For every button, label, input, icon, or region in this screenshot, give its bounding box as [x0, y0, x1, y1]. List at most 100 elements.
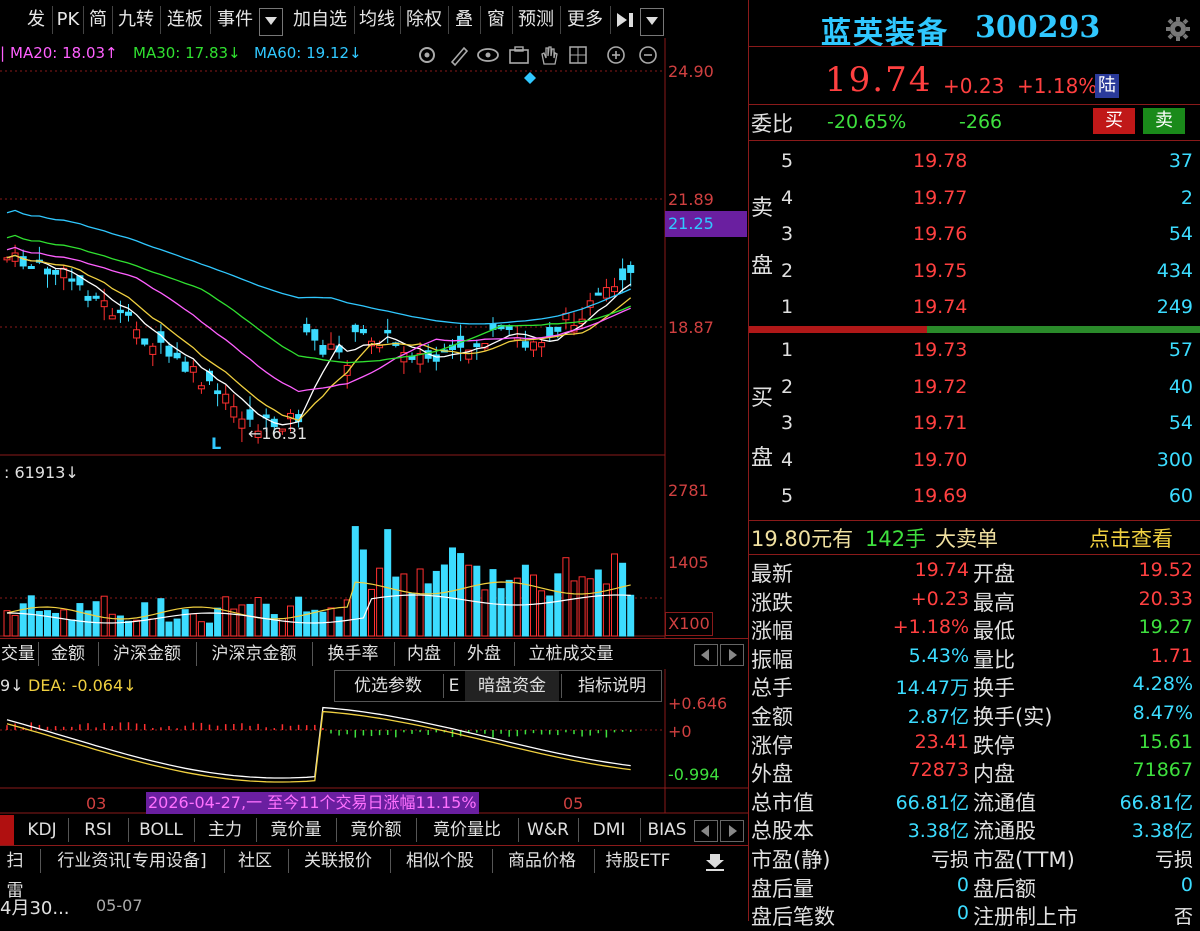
volume-bar — [68, 619, 76, 637]
scroll-right-icon[interactable] — [720, 820, 744, 842]
news-item[interactable]: 4月30... — [0, 894, 70, 920]
toolbar-item-window[interactable]: 窗 — [482, 6, 510, 34]
volume-bar — [376, 567, 384, 637]
tab-dmi[interactable]: DMI — [580, 815, 638, 845]
tab-rsi[interactable]: RSI — [70, 815, 126, 845]
tab-hsj-amount[interactable]: 沪深京金额 — [198, 639, 310, 669]
toolbar-sep — [512, 6, 513, 34]
toolbar-item-more[interactable]: 更多 — [562, 6, 608, 34]
toolbar-item-add-watchlist[interactable]: 加自选 — [288, 6, 352, 34]
tab-bid-ratio[interactable]: 竟价量比 — [418, 815, 516, 845]
quote-value: 0 — [1180, 873, 1193, 896]
tab-volume[interactable]: 交量 — [0, 639, 36, 669]
bid-volume: 40 — [1168, 375, 1193, 398]
gear-icon[interactable] — [1165, 16, 1191, 46]
tab-amount[interactable]: 金额 — [40, 639, 96, 669]
candle-body — [311, 329, 319, 341]
sell-button[interactable]: 卖 — [1143, 108, 1185, 134]
tab-commodity-prices[interactable]: 商品价格 — [494, 846, 590, 876]
tab-sep — [443, 674, 444, 698]
quote-value: +0.23 — [910, 587, 969, 610]
macd-extra-button[interactable]: E — [445, 671, 463, 701]
scroll-left-icon[interactable] — [694, 644, 718, 666]
bid-row[interactable]: 4 19.70 300 — [749, 443, 1200, 479]
toolbar-item-forecast[interactable]: 预测 — [514, 6, 558, 34]
tab-community[interactable]: 社区 — [226, 846, 284, 876]
sidebar-toggle-icon[interactable] — [612, 6, 640, 34]
tab-bid-amount[interactable]: 竟价额 — [338, 815, 414, 845]
view-details-link[interactable]: 点击查看 — [1089, 523, 1173, 553]
bid-row[interactable]: 1 19.73 57 — [749, 333, 1200, 369]
toolbar-item-events[interactable]: 事件 — [212, 6, 258, 34]
tab-sep — [561, 674, 562, 698]
volume-bar — [562, 557, 570, 637]
toolbar-item-pk[interactable]: PK — [54, 6, 82, 34]
toolbar-menu-icon[interactable] — [640, 8, 664, 36]
scroll-left-icon[interactable] — [694, 820, 718, 842]
toolbar-item-overlay[interactable]: 叠 — [450, 6, 478, 34]
quote-label: 注册制上市 — [973, 905, 1078, 930]
macd-axis-label: +0.646 — [668, 694, 728, 713]
tab-industry-news[interactable]: 行业资讯[专用设备] — [44, 846, 220, 876]
scroll-right-icon[interactable] — [720, 644, 744, 666]
optimize-params-button[interactable]: 优选参数 — [335, 671, 441, 701]
download-icon[interactable] — [704, 852, 726, 876]
toolbar-item-simple[interactable]: 简 — [85, 6, 111, 34]
tab-inner[interactable]: 内盘 — [396, 639, 452, 669]
tab-turnover[interactable]: 换手率 — [314, 639, 392, 669]
tab-wr[interactable]: W&R — [520, 815, 576, 845]
ask-row[interactable]: 3 19.76 54 — [749, 217, 1200, 253]
ask-row[interactable]: 2 19.75 434 — [749, 254, 1200, 290]
toolbar-sep — [83, 6, 84, 34]
tab-etf-holdings[interactable]: 持股ETF — [596, 846, 680, 876]
toolbar-item-jiuzhuan[interactable]: 九转 — [114, 6, 158, 34]
event-marker-icon[interactable] — [524, 72, 536, 84]
bid-row[interactable]: 3 19.71 54 — [749, 406, 1200, 442]
dropdown-toggle-icon[interactable] — [259, 8, 283, 36]
tab-outer[interactable]: 外盘 — [456, 639, 512, 669]
candle-body — [473, 343, 481, 348]
ask-row[interactable]: 4 19.77 2 — [749, 181, 1200, 217]
kline-chart[interactable] — [0, 38, 748, 921]
toolbar-item-exright[interactable]: 除权 — [402, 6, 446, 34]
candle-body — [173, 352, 181, 359]
tab-hs-amount[interactable]: 沪深金额 — [100, 639, 194, 669]
candle-body — [619, 268, 627, 281]
bid-row[interactable]: 5 19.69 60 — [749, 479, 1200, 515]
volume-tabs: 交量 金额 沪深金额 沪深京金额 换手率 内盘 外盘 立桩成交量 — [0, 638, 748, 669]
tab-main-force[interactable]: 主力 — [196, 815, 254, 845]
volume-bar — [181, 609, 189, 637]
tab-related-quotes[interactable]: 关联报价 — [290, 846, 386, 876]
toolbar-item-lianban[interactable]: 连板 — [162, 6, 208, 34]
indicator-help-button[interactable]: 指标说明 — [563, 671, 661, 701]
dark-pool-button[interactable]: 暗盘资金 — [465, 671, 559, 701]
candle-body — [44, 268, 51, 275]
tab-pile-volume[interactable]: 立桩成交量 — [516, 639, 626, 669]
price-axis-label: 21.89 — [668, 190, 714, 209]
quote-value: 66.81亿 — [895, 791, 969, 814]
ask-row[interactable]: 5 19.78 37 — [749, 144, 1200, 180]
tab-minesweeper[interactable]: 扫雷 — [0, 846, 30, 901]
tab-similar-stocks[interactable]: 相似个股 — [392, 846, 488, 876]
quote-row: 盘后笔数 0 注册制上市否 — [749, 900, 1200, 930]
tab-boll[interactable]: BOLL — [130, 815, 192, 845]
tab-sep — [390, 849, 391, 873]
buy-button[interactable]: 买 — [1093, 108, 1135, 134]
volume-bar — [513, 577, 521, 637]
toolbar-item-fa[interactable]: 发 — [22, 6, 50, 34]
quote-label: 盘后额 — [973, 876, 1036, 901]
tab-bid-volume[interactable]: 竟价量 — [258, 815, 334, 845]
ask-level: 2 — [781, 259, 794, 282]
bid-row[interactable]: 2 19.72 40 — [749, 370, 1200, 406]
kline-group — [3, 209, 635, 444]
candle-body — [627, 264, 635, 273]
tab-kdj[interactable]: KDJ — [20, 815, 64, 845]
quote-value: 3.38亿 — [1131, 820, 1193, 843]
toolbar-item-ma[interactable]: 均线 — [356, 6, 398, 34]
quote-label: 最新 — [751, 562, 793, 586]
volume-bar — [521, 564, 529, 637]
quote-panel: 蓝英装备 300293 19.74 +0.23 +1.18% 陆 委比 -20.… — [748, 0, 1200, 929]
candle-body — [303, 323, 311, 333]
tab-bias[interactable]: BIAS — [642, 815, 692, 845]
ask-row[interactable]: 1 19.74 249 — [749, 290, 1200, 326]
